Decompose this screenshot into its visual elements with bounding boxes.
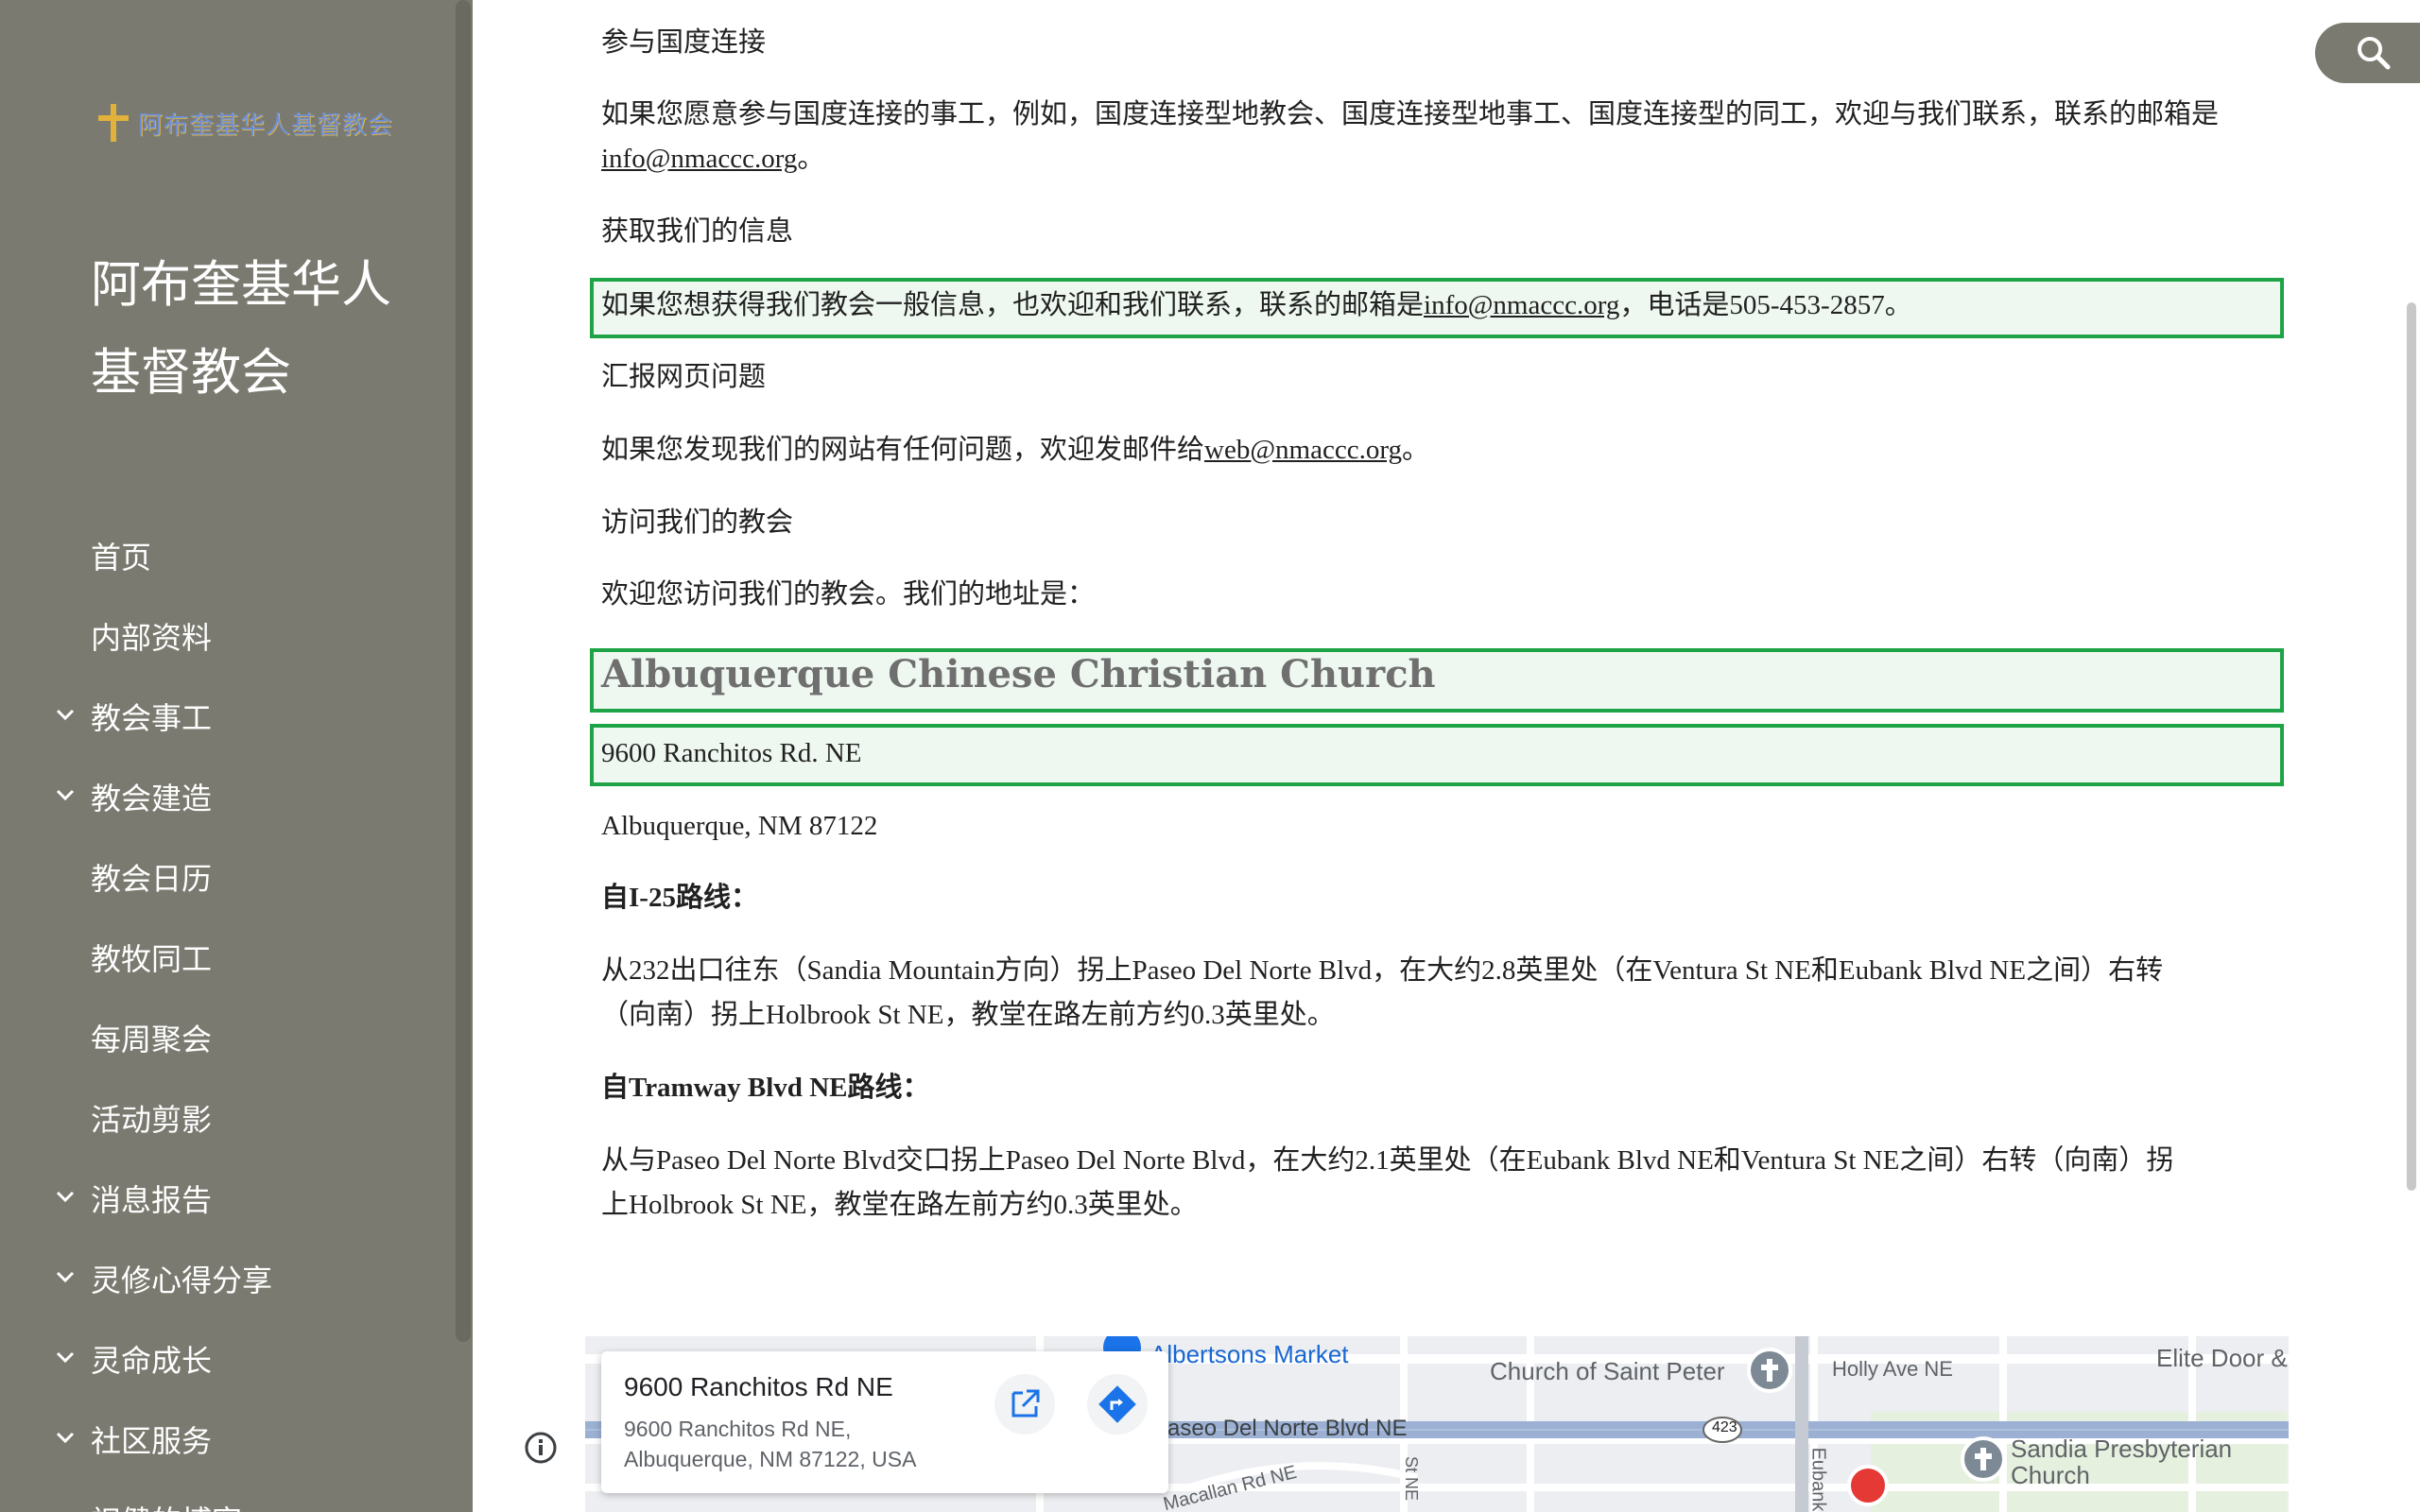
sidebar-nav-item[interactable]: 首页	[0, 515, 456, 595]
map-label-eubank: Eubank	[1807, 1447, 1829, 1512]
chevron-down-icon[interactable]	[55, 1347, 76, 1367]
sidebar-nav-item[interactable]: 教会日历	[0, 836, 456, 917]
site-title[interactable]: 阿布奎基华人 基督教会	[91, 241, 431, 417]
route1-title: 自I-25路线：	[601, 883, 758, 913]
chevron-down-icon[interactable]	[55, 784, 76, 805]
map-place-card: 9600 Ranchitos Rd NE 9600 Ranchitos Rd N…	[601, 1351, 1168, 1493]
section-heading-visit: 访问我们的教会	[601, 507, 794, 538]
info-icon[interactable]	[524, 1431, 558, 1465]
sidebar-nav-label: 教会日历	[91, 860, 213, 897]
cross-icon	[95, 104, 132, 142]
route1-line1: 从232出口往东（Sandia Mountain方向）拐上Paseo Del N…	[601, 955, 2164, 986]
sidebar-nav-label: 灵修心得分享	[91, 1262, 273, 1298]
sidebar-nav: 首页内部资料教会事工教会建造教会日历教牧同工每周聚会活动剪影消息报告灵修心得分享…	[0, 515, 456, 1512]
chevron-down-icon[interactable]	[55, 1186, 76, 1207]
sidebar-nav-label: 社区服务	[91, 1422, 213, 1459]
sidebar-nav-item[interactable]: 活动剪影	[0, 1077, 456, 1158]
kingdom-email-link[interactable]: info@nmaccc.org	[601, 144, 797, 174]
sidebar-nav-item[interactable]: 灵命成长	[0, 1318, 456, 1399]
info-paragraph: 如果您想获得我们教会一般信息，也欢迎和我们联系，联系的邮箱是info@nmacc…	[601, 284, 1912, 328]
report-text: 如果您发现我们的网站有任何问题，欢迎发邮件给	[601, 435, 1205, 465]
map-label-holly: Holly Ave NE	[1832, 1357, 1953, 1381]
chevron-down-icon[interactable]	[55, 1266, 76, 1287]
map-card-address: 9600 Ranchitos Rd NE, Albuquerque, NM 87…	[624, 1414, 983, 1474]
sidebar-nav-label: 教会事工	[91, 699, 213, 736]
report-end: 。	[1401, 435, 1429, 465]
sidebar: 阿布奎基华人基督教会 阿布奎基华人 基督教会 首页内部资料教会事工教会建造教会日…	[0, 0, 473, 1512]
route1-line2: （向南）拐上Holbrook St NE，教堂在路左前方约0.3英里处。	[601, 1000, 1335, 1030]
map-card-address-line2: Albuquerque, NM 87122, USA	[624, 1447, 917, 1471]
page-scrollbar[interactable]	[2407, 302, 2416, 1191]
map-label-saint-peter[interactable]: Church of Saint Peter	[1490, 1357, 1725, 1386]
address-line1: 9600 Ranchitos Rd. NE	[601, 738, 862, 768]
address-line2: Albuquerque, NM 87122	[601, 811, 878, 841]
kingdom-paragraph: 如果您愿意参与国度连接的事工，例如，国度连接型地教会、国度连接型地事工、国度连接…	[601, 93, 2219, 181]
sidebar-nav-item[interactable]: 灵修心得分享	[0, 1238, 456, 1318]
directions-button[interactable]	[1087, 1374, 1148, 1435]
section-heading-report: 汇报网页问题	[601, 362, 767, 392]
sidebar-nav-item[interactable]: 每周聚会	[0, 997, 456, 1077]
open-in-maps-button[interactable]	[994, 1374, 1055, 1435]
directions-icon	[1098, 1385, 1136, 1423]
sidebar-nav-item[interactable]: 消息报告	[0, 1158, 456, 1238]
sidebar-nav-label: 教牧同工	[91, 940, 213, 977]
site-title-line2: 基督教会	[91, 344, 291, 402]
report-paragraph: 如果您发现我们的网站有任何问题，欢迎发邮件给web@nmaccc.org。	[601, 428, 1429, 472]
map-card-title: 9600 Ranchitos Rd NE	[624, 1372, 893, 1401]
route2-line1: 从与Paseo Del Norte Blvd交口拐上Paseo Del Nort…	[601, 1145, 2174, 1176]
logo-text: 阿布奎基华人基督教会	[138, 111, 394, 140]
sidebar-nav-label: 每周聚会	[91, 1021, 213, 1057]
sidebar-nav-item[interactable]: 祝健的博客	[0, 1479, 456, 1512]
sidebar-nav-item[interactable]: 社区服务	[0, 1399, 456, 1479]
sidebar-nav-item[interactable]: 教会事工	[0, 676, 456, 756]
map-label-albertsons[interactable]: Albertsons Market	[1150, 1340, 1349, 1369]
info-email-link[interactable]: info@nmaccc.org	[1424, 290, 1619, 320]
info-text: 如果您想获得我们教会一般信息，也欢迎和我们联系，联系的邮箱是	[601, 290, 1425, 320]
chevron-down-icon[interactable]	[55, 1427, 76, 1448]
search-button[interactable]	[2315, 23, 2420, 83]
site-title-line1: 阿布奎基华人	[91, 256, 391, 314]
map-label-sandia-2[interactable]: Church	[2011, 1461, 2090, 1490]
kingdom-end: 。	[797, 144, 825, 174]
map-route-423: 423	[1712, 1419, 1737, 1435]
section-heading-kingdom: 参与国度连接	[601, 27, 767, 58]
sidebar-nav-item[interactable]: 教会建造	[0, 756, 456, 836]
visit-paragraph: 欢迎您访问我们的教会。我们的地址是：	[601, 579, 1096, 610]
search-icon	[2358, 37, 2391, 70]
sidebar-nav-label: 首页	[91, 539, 152, 576]
kingdom-text: 如果您愿意参与国度连接的事工，例如，国度连接型地教会、国度连接型地事工、国度连接…	[601, 99, 2220, 129]
sidebar-scrollbar[interactable]	[456, 0, 471, 1342]
map-card-address-line1: 9600 Ranchitos Rd NE,	[624, 1417, 852, 1441]
sidebar-nav-label: 教会建造	[91, 780, 213, 816]
external-link-icon	[1011, 1389, 1040, 1418]
sidebar-nav-label: 活动剪影	[91, 1101, 213, 1138]
route2-paragraph: 从与Paseo Del Norte Blvd交口拐上Paseo Del Nort…	[601, 1139, 2173, 1228]
sidebar-nav-label: 祝健的博客	[91, 1498, 242, 1512]
sidebar-nav-item[interactable]: 内部资料	[0, 595, 456, 676]
sidebar-nav-item[interactable]: 教牧同工	[0, 917, 456, 997]
info-end: ，电话是505-453-2857。	[1619, 290, 1912, 320]
section-heading-info: 获取我们的信息	[601, 216, 794, 247]
sidebar-nav-label: 内部资料	[91, 619, 213, 656]
chevron-down-icon[interactable]	[55, 704, 76, 725]
web-email-link[interactable]: web@nmaccc.org	[1204, 435, 1402, 465]
route2-line2: 上Holbrook St NE，教堂在路左前方约0.3英里处。	[601, 1190, 1198, 1220]
map-label-sandia-1[interactable]: Sandia Presbyterian	[2011, 1435, 2232, 1464]
route1-paragraph: 从232出口往东（Sandia Mountain方向）拐上Paseo Del N…	[601, 949, 2163, 1038]
church-logo[interactable]: 阿布奎基华人基督教会	[95, 94, 397, 151]
church-name: Albuquerque Chinese Christian Church	[601, 652, 1436, 696]
map-label-st-ne: St NE	[1402, 1455, 1422, 1502]
info-circle-icon	[525, 1432, 557, 1464]
map-label-paseo: Paseo Del Norte Blvd NE	[1152, 1416, 1408, 1441]
chevron-down-icon[interactable]	[55, 1507, 76, 1512]
route2-title: 自Tramway Blvd NE路线：	[601, 1073, 930, 1103]
map-label-elite[interactable]: Elite Door &	[2156, 1344, 2288, 1373]
sidebar-nav-label: 灵命成长	[91, 1342, 213, 1379]
sidebar-nav-label: 消息报告	[91, 1181, 213, 1218]
